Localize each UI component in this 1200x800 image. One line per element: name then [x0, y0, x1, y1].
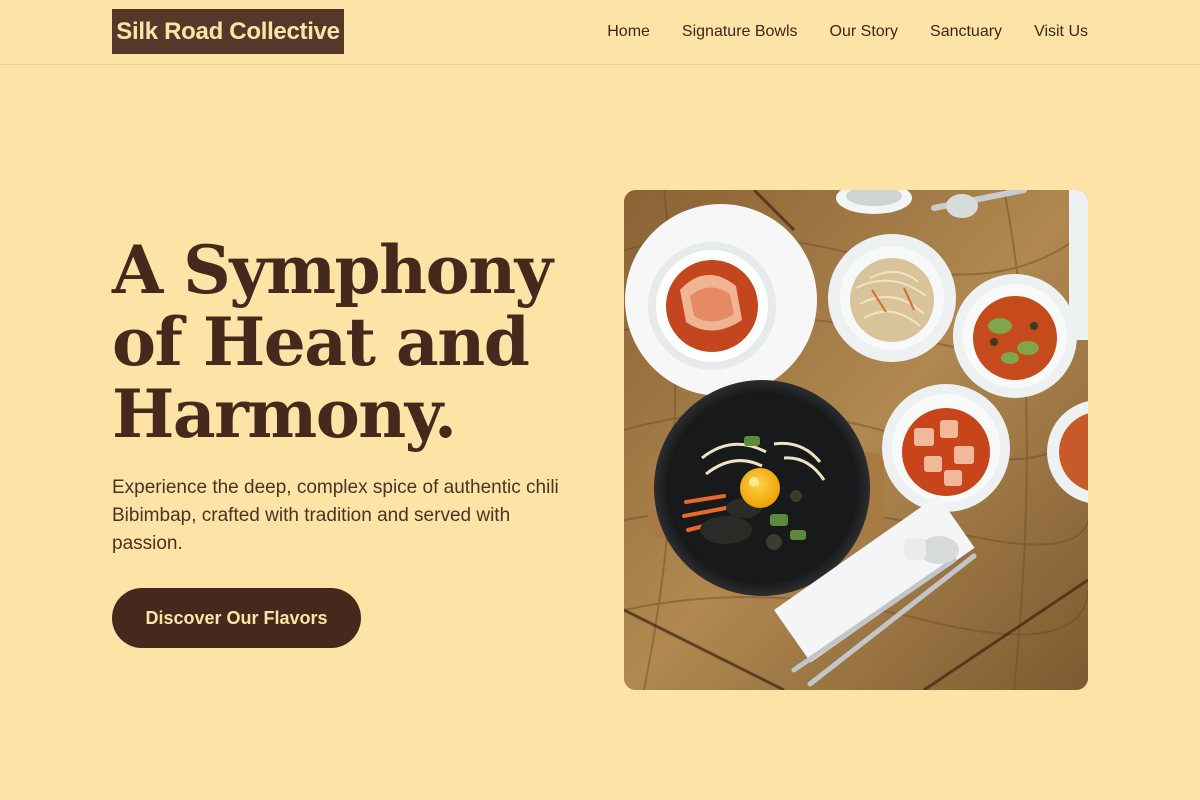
hero-title-line: A Symphony: [112, 231, 553, 309]
nav-link-home[interactable]: Home: [607, 23, 650, 41]
nav-link-visit-us[interactable]: Visit Us: [1034, 23, 1088, 41]
bibimbap-photo-illustration: [624, 190, 1088, 690]
nav-link-signature-bowls[interactable]: Signature Bowls: [682, 23, 798, 41]
nav-link-sanctuary[interactable]: Sanctuary: [930, 23, 1002, 41]
navbar: Silk Road Collective Home Signature Bowl…: [0, 0, 1200, 65]
hero-title: A Symphony of Heat and Harmony.: [112, 234, 592, 450]
discover-flavors-button[interactable]: Discover Our Flavors: [112, 588, 361, 648]
nav-links: Home Signature Bowls Our Story Sanctuary…: [607, 0, 1088, 64]
nav-link-our-story[interactable]: Our Story: [830, 23, 898, 41]
bibimbap-photo: [624, 190, 1088, 690]
hero-description: Experience the deep, complex spice of au…: [112, 477, 559, 554]
hero-title-line: of Heat and: [112, 303, 530, 381]
hero-title-line: Harmony.: [112, 375, 457, 453]
brand-logo[interactable]: Silk Road Collective: [112, 9, 344, 54]
